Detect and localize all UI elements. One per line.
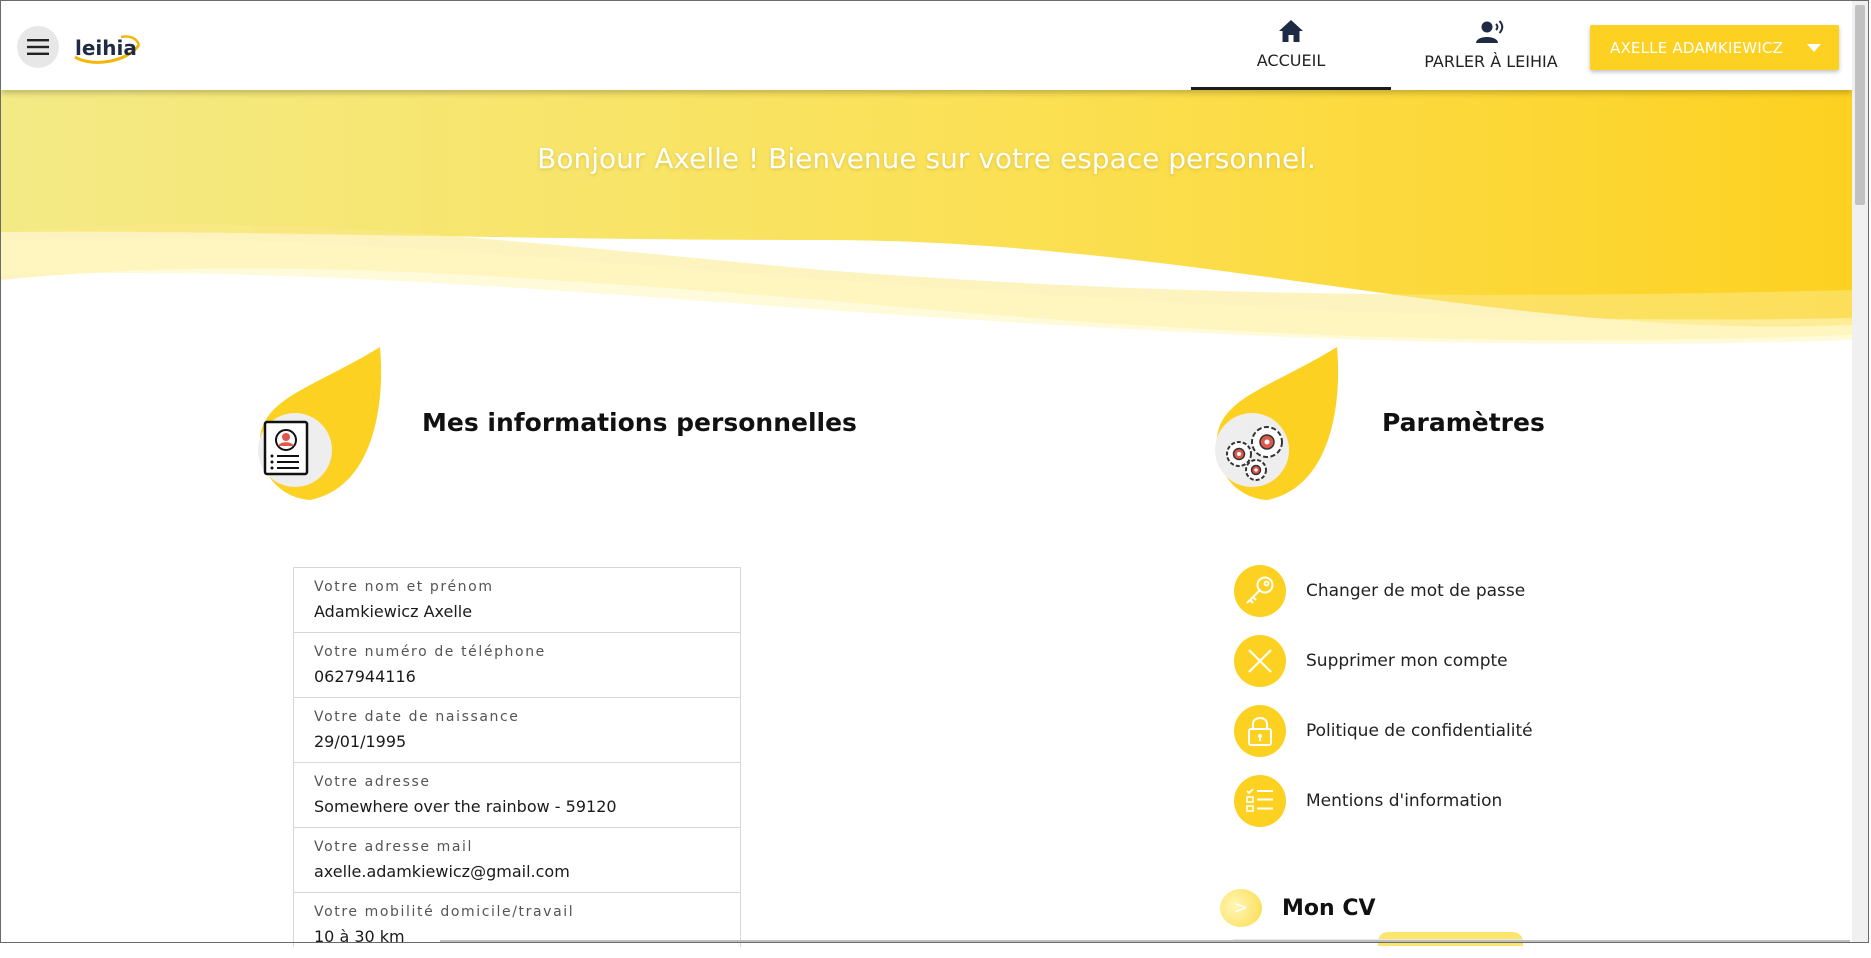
personal-info-icon-badge [255, 342, 385, 502]
info-value: Somewhere over the rainbow - 59120 [314, 797, 617, 816]
info-value: 0627944116 [314, 667, 416, 686]
info-row-email[interactable]: Votre adresse mail axelle.adamkiewicz@gm… [294, 828, 740, 893]
setting-label: Changer de mot de passe [1306, 581, 1526, 601]
tab-parler-label: PARLER À LEIHIA [1424, 52, 1558, 71]
tab-accueil[interactable]: ACCUEIL [1191, 1, 1391, 90]
key-icon [1234, 565, 1286, 617]
setting-label: Mentions d'information [1306, 791, 1503, 811]
info-value: axelle.adamkiewicz@gmail.com [314, 862, 570, 881]
setting-delete-account[interactable]: Supprimer mon compte [1234, 635, 1533, 687]
info-value: 10 à 30 km [314, 927, 405, 946]
info-label: Votre date de naissance [314, 709, 520, 725]
vertical-scrollbar[interactable] [1852, 1, 1868, 942]
logo-text: leihia [75, 36, 137, 60]
info-row-phone[interactable]: Votre numéro de téléphone 0627944116 [294, 633, 740, 698]
info-label: Votre numéro de téléphone [314, 644, 546, 660]
scrollbar-thumb[interactable] [1855, 5, 1865, 205]
leihia-logo[interactable]: leihia [71, 27, 143, 67]
info-row-address[interactable]: Votre adresse Somewhere over the rainbow… [294, 763, 740, 828]
checklist-icon [1234, 775, 1286, 827]
setting-information-notice[interactable]: Mentions d'information [1234, 775, 1533, 827]
cv-title: Mon CV [1282, 895, 1376, 921]
setting-privacy-policy[interactable]: Politique de confidentialité [1234, 705, 1533, 757]
info-value: Adamkiewicz Axelle [314, 602, 473, 621]
bottom-divider [440, 940, 1850, 942]
settings-header: Paramètres [1212, 342, 1545, 502]
setting-label: Supprimer mon compte [1306, 651, 1508, 671]
user-name: AXELLE ADAMKIEWICZ [1610, 38, 1784, 57]
hamburger-menu-icon [27, 39, 49, 55]
profile-card-icon [263, 420, 309, 476]
personal-info-card: Votre nom et prénom Adamkiewicz Axelle V… [293, 567, 741, 947]
cv-section-header: > Mon CV [1220, 889, 1376, 927]
voice-user-icon [1476, 20, 1504, 43]
home-icon [1279, 19, 1303, 42]
banner-wave-background [1, 90, 1852, 350]
top-navigation-bar: leihia ACCUEIL PARLER À LEIHIA AXELLE AD… [1, 1, 1852, 90]
info-row-birthdate[interactable]: Votre date de naissance 29/01/1995 [294, 698, 740, 763]
tab-parler-a-leihia[interactable]: PARLER À LEIHIA [1391, 1, 1591, 90]
tab-accueil-label: ACCUEIL [1256, 50, 1326, 70]
info-row-mobility[interactable]: Votre mobilité domicile/travail 10 à 30 … [294, 893, 740, 958]
settings-icon-badge [1212, 342, 1342, 502]
personal-info-header: Mes informations personnelles [255, 342, 857, 502]
info-label: Votre nom et prénom [314, 579, 494, 595]
info-label: Votre mobilité domicile/travail [314, 904, 575, 920]
welcome-title: Bonjour Axelle ! Bienvenue sur votre esp… [537, 142, 1316, 175]
menu-button[interactable] [17, 26, 59, 68]
info-row-name[interactable]: Votre nom et prénom Adamkiewicz Axelle [294, 568, 740, 633]
info-label: Votre adresse [314, 774, 431, 790]
info-label: Votre adresse mail [314, 839, 474, 855]
lock-icon [1234, 705, 1286, 757]
personal-info-title: Mes informations personnelles [422, 407, 857, 437]
settings-list: Changer de mot de passe Supprimer mon co… [1234, 565, 1533, 845]
setting-change-password[interactable]: Changer de mot de passe [1234, 565, 1533, 617]
close-icon [1234, 635, 1286, 687]
user-menu-button[interactable]: AXELLE ADAMKIEWICZ [1590, 25, 1839, 70]
welcome-banner: Bonjour Axelle ! Bienvenue sur votre esp… [1, 90, 1852, 350]
setting-label: Politique de confidentialité [1306, 721, 1533, 741]
caret-down-icon [1807, 43, 1822, 52]
info-value: 29/01/1995 [314, 732, 407, 751]
cv-expand-button[interactable]: > [1220, 889, 1262, 927]
settings-title: Paramètres [1382, 407, 1545, 437]
